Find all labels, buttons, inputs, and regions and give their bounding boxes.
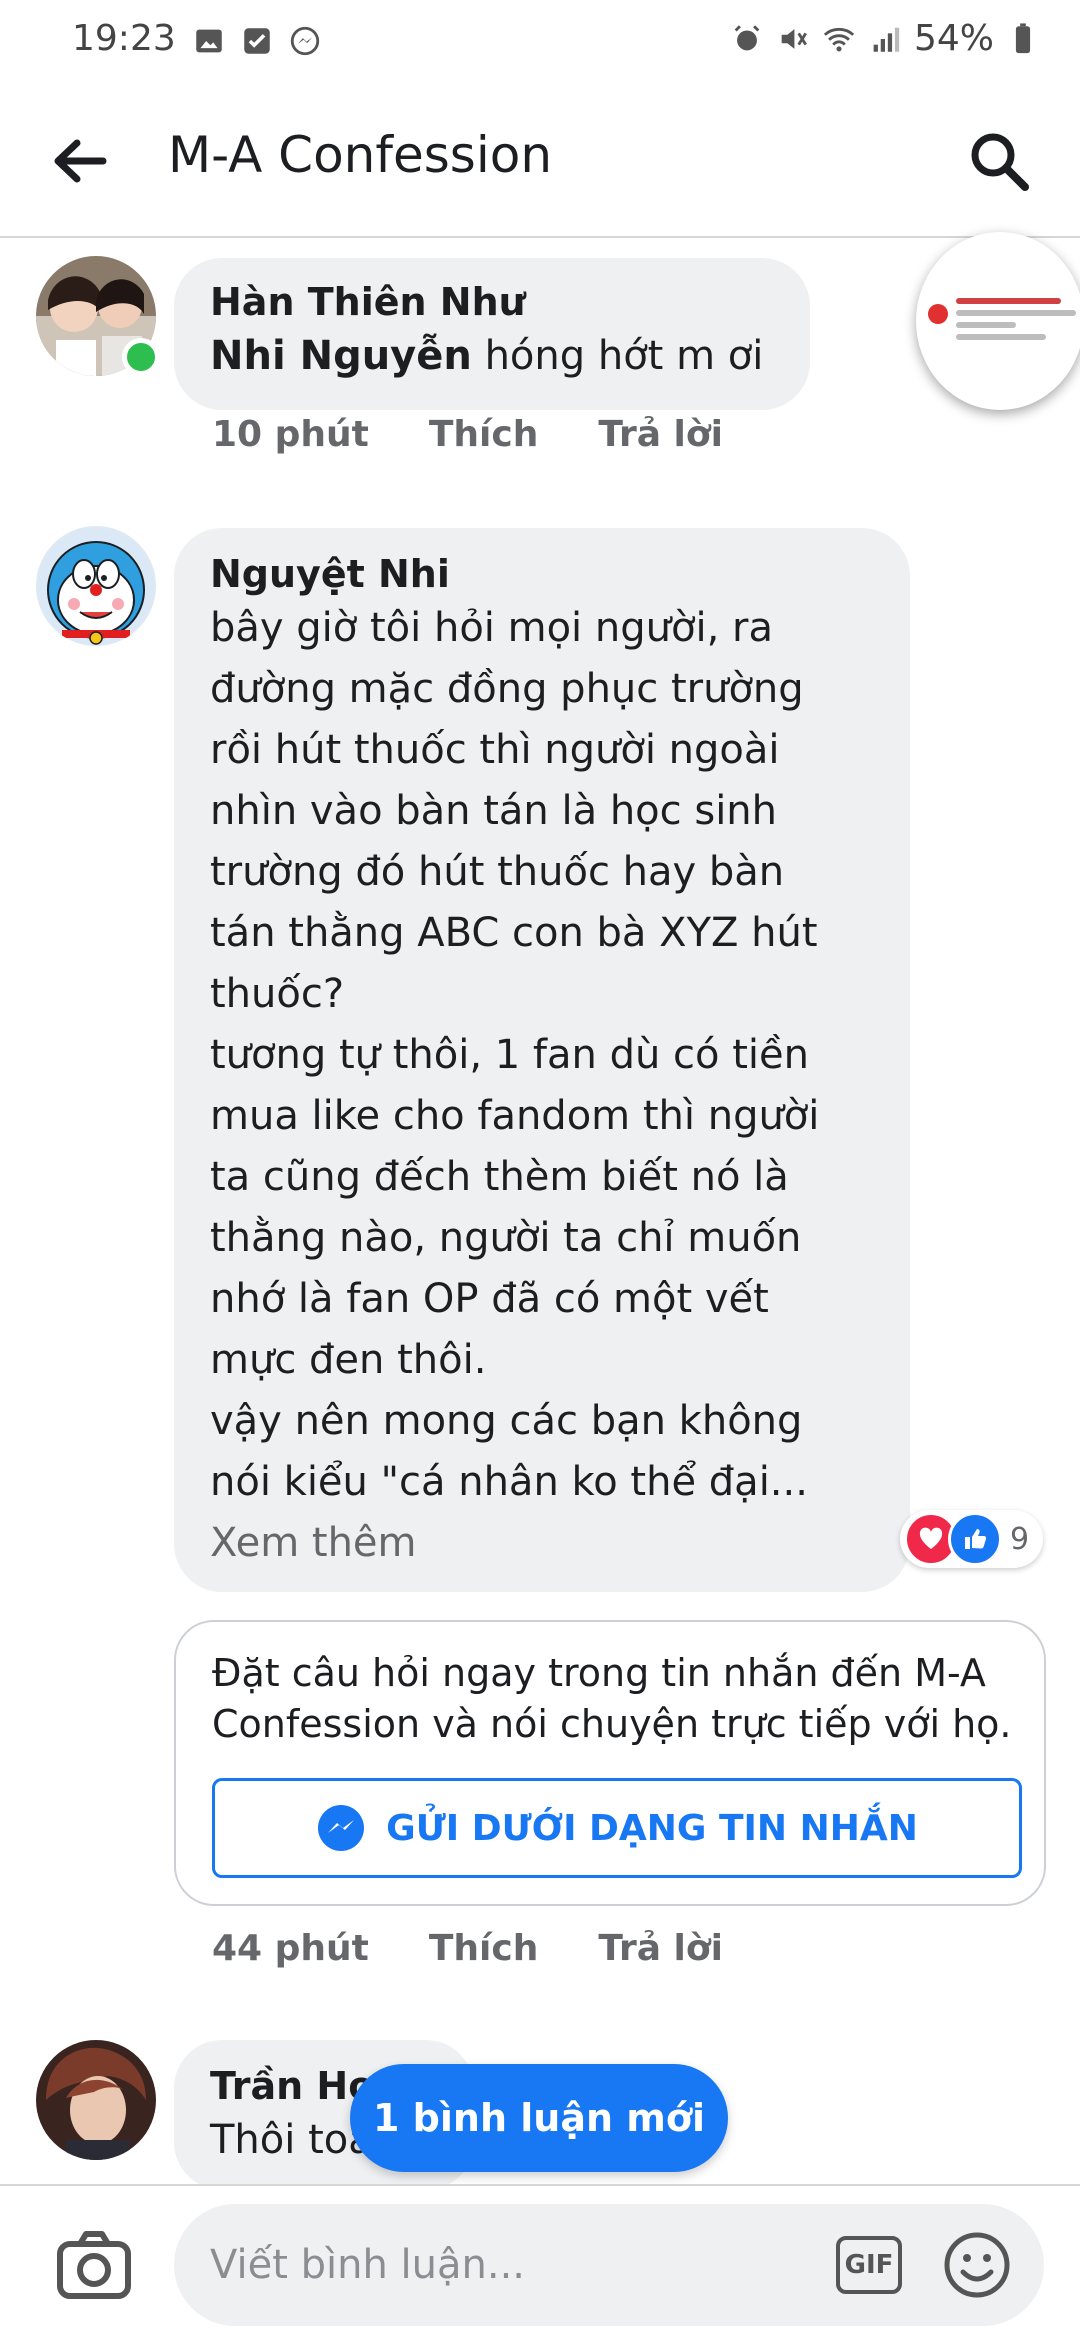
comment-line: ta cũng đếch thèm biết nó là (210, 1154, 789, 1200)
comment-line: đường mặc đồng phục trường (210, 666, 804, 712)
avatar[interactable] (36, 526, 156, 646)
online-status-dot (122, 338, 160, 376)
comment-line: thuốc? (210, 971, 345, 1017)
status-time: 19:23 (72, 18, 176, 59)
comment-line: nhìn vào bàn tán là học sinh (210, 788, 778, 834)
messenger-icon (290, 26, 320, 56)
new-comments-button[interactable]: 1 bình luận mới (350, 2064, 728, 2172)
checkbox-icon (244, 28, 270, 54)
comment-author[interactable]: Trần Ho (210, 2062, 374, 2110)
thumbnail-lines (926, 292, 1076, 346)
see-more-link[interactable]: Xem thêm (210, 1513, 890, 1574)
comment-actions: 44 phút Thích Trả lời (212, 1928, 723, 1969)
comment-actions: 10 phút Thích Trả lời (212, 414, 723, 455)
emoji-icon[interactable] (942, 2230, 1012, 2300)
comment-text-body: hóng hớt m ơi (471, 333, 764, 379)
search-button[interactable] (962, 124, 1036, 198)
gif-button[interactable]: GIF (836, 2236, 902, 2294)
battery-icon (1015, 22, 1031, 53)
comment-line: mua like cho fandom thì người (210, 1093, 820, 1139)
avatar[interactable] (36, 2040, 156, 2160)
comment-composer: GIF (0, 2184, 1080, 2342)
comment-line: vậy nên mong các bạn không (210, 1398, 803, 1444)
like-link[interactable]: Thích (429, 1928, 539, 1969)
camera-icon[interactable] (56, 2230, 132, 2300)
comment-line: trường đó hút thuốc hay bàn (210, 849, 785, 895)
comment-line: nói kiểu "cá nhân ko thể đại... (210, 1459, 808, 1505)
gallery-icon (196, 29, 222, 53)
back-button[interactable] (44, 126, 114, 196)
comment-line: tán thằng ABC con bà XYZ hút (210, 910, 818, 956)
comment-text: Nhi Nguyễn hóng hớt m ơi (210, 326, 763, 387)
message-prompt-text: Đặt câu hỏi ngay trong tin nhắn đến M-A … (212, 1651, 1012, 1746)
avatar-photo-icon (36, 2040, 156, 2160)
reply-link[interactable]: Trả lời (598, 1928, 723, 1969)
app-header: M-A Confession (0, 82, 1080, 238)
comment-bubble[interactable]: Hàn Thiên Như Nhi Nguyễn hóng hớt m ơi (174, 258, 810, 410)
send-as-message-button[interactable]: GỬI DƯỚI DẠNG TIN NHẮN (212, 1778, 1022, 1878)
reaction-count: 9 (1010, 1521, 1030, 1557)
comment-thumbnail[interactable] (916, 232, 1080, 410)
system-status: 54% (730, 18, 1040, 59)
messenger-icon (318, 1805, 365, 1851)
notification-icons (192, 24, 322, 58)
signal-icon (873, 27, 900, 52)
mention-link[interactable]: Nhi Nguyễn (210, 333, 472, 379)
search-icon (971, 133, 1029, 191)
alarm-icon (734, 24, 760, 50)
comment-text: bây giờ tôi hỏi mọi người, ra đường mặc … (210, 598, 890, 1513)
comment-line: mực đen thôi. (210, 1337, 487, 1383)
comment-line: thằng nào, người ta chỉ muốn (210, 1215, 802, 1261)
page-title: M-A Confession (168, 126, 553, 184)
comment-bubble[interactable]: Nguyệt Nhi bây giờ tôi hỏi mọi người, ra… (174, 528, 910, 1592)
like-reaction-icon (948, 1512, 1002, 1566)
mute-icon (781, 28, 807, 49)
status-bar: 19:23 54% (0, 0, 1080, 82)
like-link[interactable]: Thích (429, 414, 539, 455)
comment-input[interactable] (174, 2204, 1044, 2326)
send-as-message-label: GỬI DƯỚI DẠNG TIN NHẮN (386, 1807, 918, 1849)
comment-line: rồi hút thuốc thì người ngoài (210, 727, 780, 773)
reaction-summary[interactable]: 9 (900, 1510, 1044, 1568)
reply-link[interactable]: Trả lời (598, 414, 723, 455)
comment-time: 44 phút (212, 1928, 369, 1969)
battery-percent: 54% (913, 18, 994, 59)
comment-author[interactable]: Nguyệt Nhi (210, 550, 890, 598)
comment-line: tương tự thôi, 1 fan dù có tiền (210, 1032, 809, 1078)
comment-time: 10 phút (212, 414, 369, 455)
comment-line: nhớ là fan OP đã có một vết (210, 1276, 769, 1322)
message-prompt-card: Đặt câu hỏi ngay trong tin nhắn đến M-A … (174, 1620, 1046, 1906)
doraemon-avatar-icon (38, 528, 154, 645)
wifi-icon (823, 27, 855, 51)
comment-author[interactable]: Hàn Thiên Như (210, 278, 763, 326)
comment-line: bây giờ tôi hỏi mọi người, ra (210, 605, 773, 651)
back-arrow-icon (54, 139, 107, 183)
